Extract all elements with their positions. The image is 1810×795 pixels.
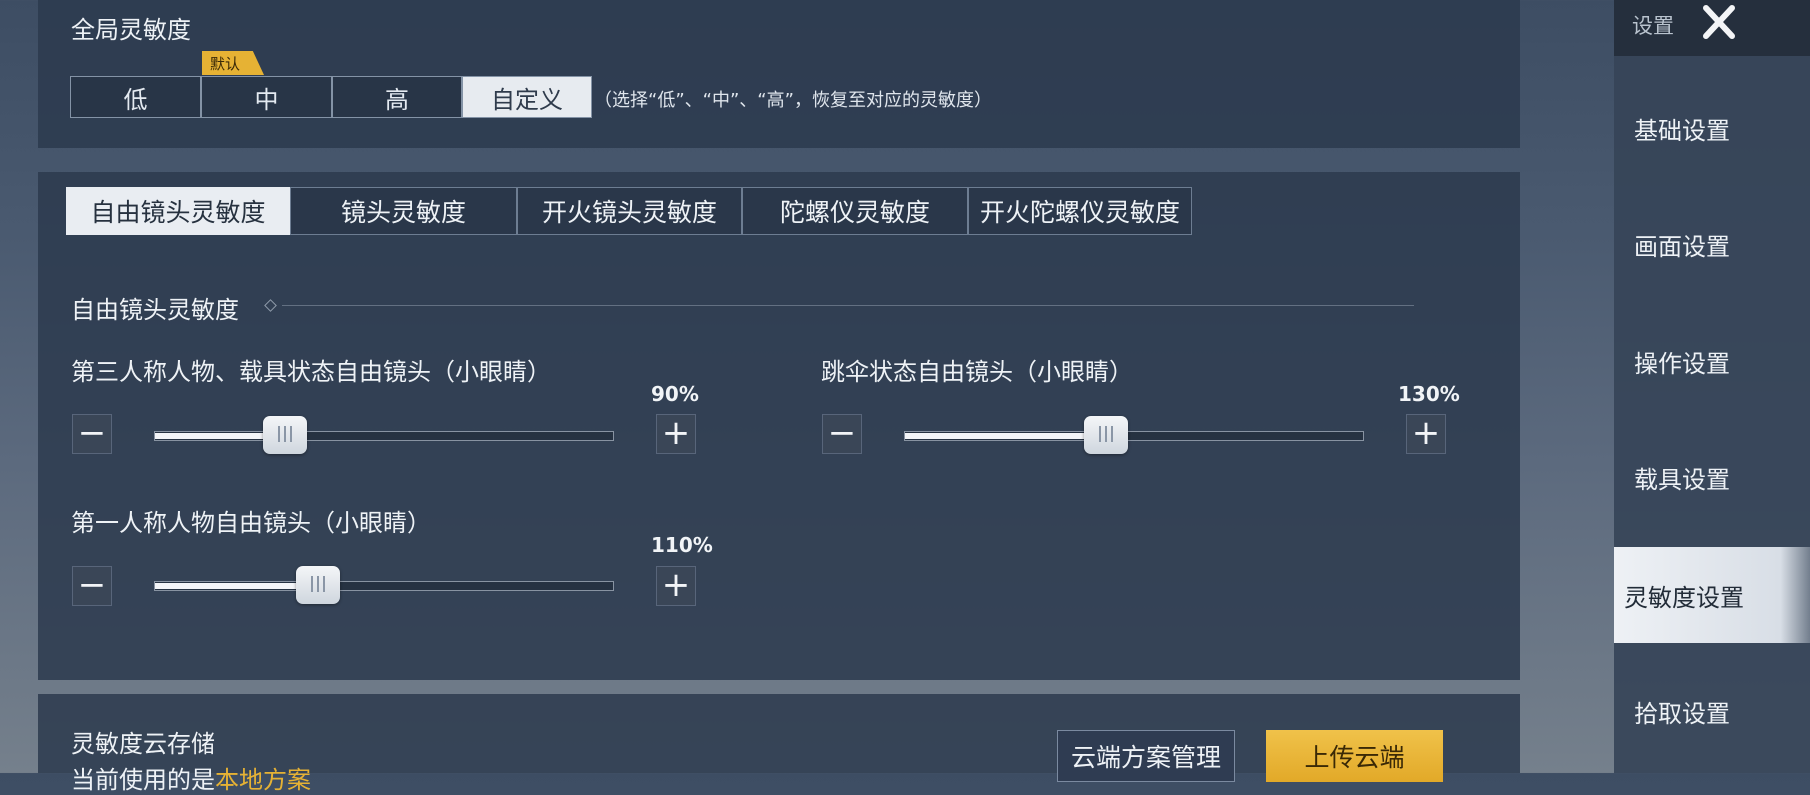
cloud-scheme-manage-button[interactable]: 云端方案管理 bbox=[1057, 730, 1235, 782]
decrease-button[interactable]: − bbox=[72, 414, 112, 454]
sidebar-item-pickup[interactable]: 拾取设置 bbox=[1614, 663, 1810, 759]
slider-third-person[interactable] bbox=[154, 416, 614, 454]
decrease-button[interactable]: − bbox=[72, 566, 112, 606]
tab-camera[interactable]: 镜头灵敏度 bbox=[290, 187, 517, 235]
slider-first-person[interactable] bbox=[154, 566, 614, 604]
sidebar-title: 设置 bbox=[1632, 14, 1674, 38]
sensitivity-option-low[interactable]: 低 bbox=[70, 76, 201, 118]
tab-fire-camera[interactable]: 开火镜头灵敏度 bbox=[517, 187, 742, 235]
settings-sidebar: 设置 基础设置 画面设置 操作设置 载具设置 灵敏度设置 拾取设置 bbox=[1614, 0, 1810, 773]
slider-value-third-person: 90% bbox=[651, 382, 699, 406]
sensitivity-option-medium[interactable]: 中 bbox=[201, 76, 332, 118]
slider-label-first-person: 第一人称人物自由镜头（小眼睛） bbox=[71, 509, 431, 537]
sidebar-item-controls[interactable]: 操作设置 bbox=[1614, 313, 1810, 409]
slider-label-third-person: 第三人称人物、载具状态自由镜头（小眼睛） bbox=[71, 358, 551, 386]
slider-thumb[interactable] bbox=[296, 566, 341, 604]
slider-label-parachute: 跳伞状态自由镜头（小眼睛） bbox=[821, 358, 1133, 386]
cloud-storage-title: 灵敏度云存储 bbox=[71, 730, 215, 758]
free-camera-panel bbox=[38, 172, 1520, 680]
tab-fire-gyroscope[interactable]: 开火陀螺仪灵敏度 bbox=[968, 187, 1192, 235]
sidebar-item-graphics[interactable]: 画面设置 bbox=[1614, 196, 1810, 292]
close-icon[interactable] bbox=[1696, 2, 1742, 42]
slider-fill bbox=[905, 433, 1106, 439]
current-scheme-prefix: 当前使用的是 bbox=[71, 766, 215, 794]
slider-thumb[interactable] bbox=[263, 416, 308, 454]
slider-thumb[interactable] bbox=[1083, 416, 1128, 454]
tab-free-camera[interactable]: 自由镜头灵敏度 bbox=[66, 187, 290, 235]
increase-button[interactable]: + bbox=[656, 566, 696, 606]
sidebar-item-basic[interactable]: 基础设置 bbox=[1614, 80, 1810, 176]
upload-cloud-button[interactable]: 上传云端 bbox=[1266, 730, 1443, 782]
sidebar-item-vehicle[interactable]: 载具设置 bbox=[1614, 429, 1810, 525]
section-title: 自由镜头灵敏度 bbox=[71, 296, 239, 324]
slider-fill bbox=[155, 583, 319, 589]
tab-gyroscope[interactable]: 陀螺仪灵敏度 bbox=[742, 187, 968, 235]
increase-button[interactable]: + bbox=[1406, 414, 1446, 454]
slider-parachute[interactable] bbox=[904, 416, 1364, 454]
sidebar-item-sensitivity[interactable]: 灵敏度设置 bbox=[1614, 547, 1810, 643]
global-sensitivity-title: 全局灵敏度 bbox=[71, 16, 191, 44]
slider-value-first-person: 110% bbox=[651, 533, 713, 557]
current-scheme-value[interactable]: 本地方案 bbox=[215, 766, 311, 794]
section-divider bbox=[282, 305, 1414, 306]
sensitivity-option-high[interactable]: 高 bbox=[332, 76, 462, 118]
slider-value-parachute: 130% bbox=[1398, 382, 1460, 406]
current-scheme-text: 当前使用的是本地方案 bbox=[71, 760, 311, 795]
increase-button[interactable]: + bbox=[656, 414, 696, 454]
global-sensitivity-hint: （选择“低”、“中”、“高”，恢复至对应的灵敏度） bbox=[594, 90, 992, 111]
decrease-button[interactable]: − bbox=[822, 414, 862, 454]
sensitivity-option-custom[interactable]: 自定义 bbox=[462, 76, 592, 118]
